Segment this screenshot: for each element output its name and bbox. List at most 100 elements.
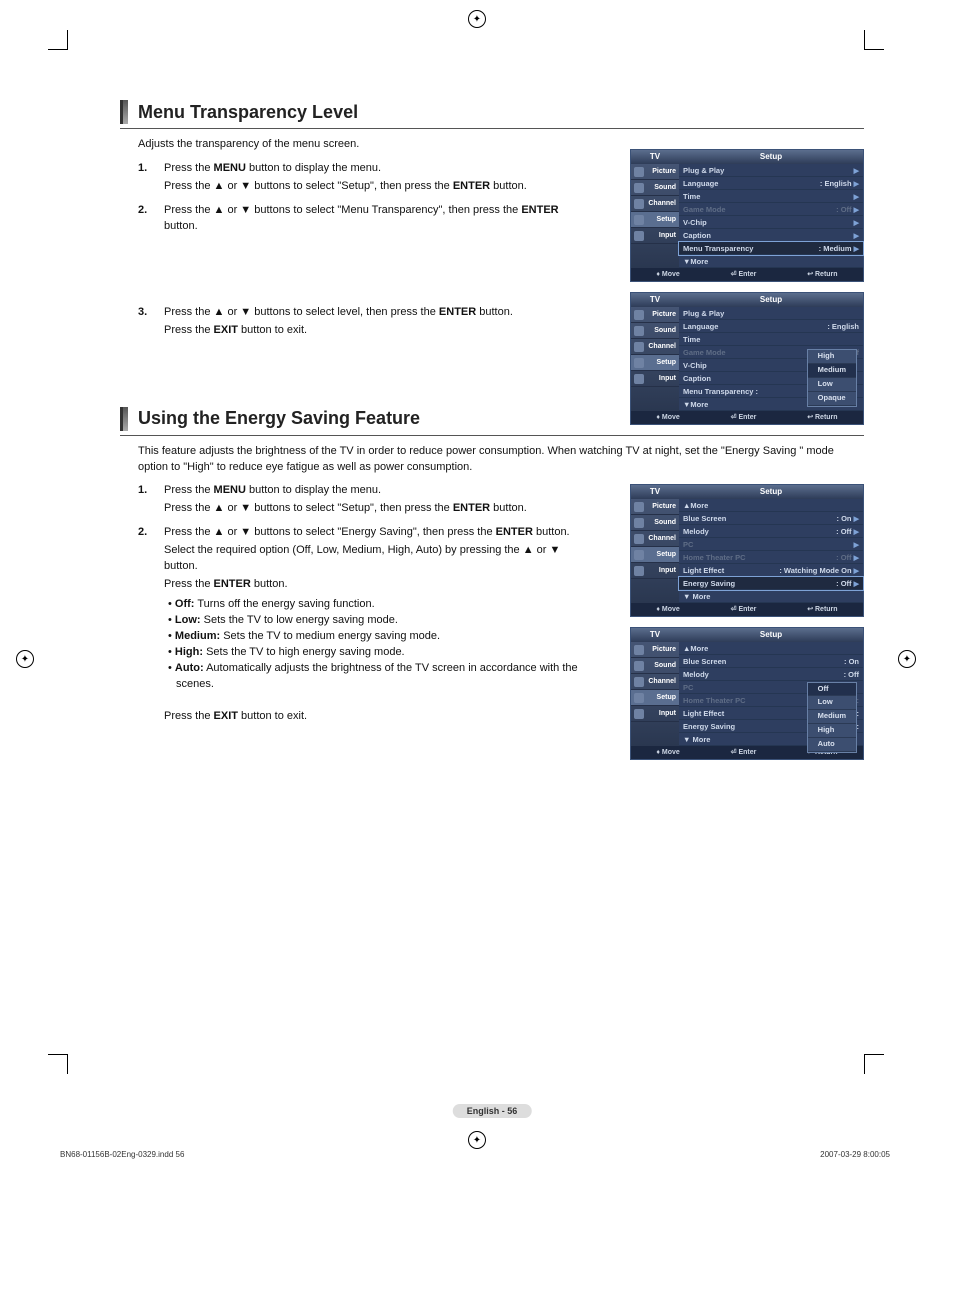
text: Select the required option (Off, Low, Me… <box>164 544 560 572</box>
text: Press the ▲ or ▼ buttons to select "Menu… <box>164 204 521 216</box>
registration-mark-icon <box>16 650 34 668</box>
text: button to display the menu. <box>246 484 381 496</box>
text: button to display the menu. <box>246 162 381 174</box>
osd-nav-item: Sound <box>631 515 679 531</box>
option-def: • Off: Turns off the energy saving funct… <box>168 597 584 613</box>
section-body: Adjusts the transparency of the menu scr… <box>120 137 864 341</box>
text: Press the ▲ or ▼ buttons to select level… <box>164 306 439 318</box>
osd-nav-item: Input <box>631 706 679 722</box>
osd-column: TVSetupPictureSoundChannelSetupInput▲Mor… <box>630 484 864 770</box>
osd-content: Plug & Play ▶Language: English ▶Time ▶Ga… <box>679 164 863 268</box>
osd-nav-item: Channel <box>631 674 679 690</box>
nav-icon <box>634 215 644 225</box>
osd-nav-item: Picture <box>631 307 679 323</box>
text: Press the <box>164 162 214 174</box>
osd-nav: PictureSoundChannelSetupInput <box>631 164 679 268</box>
step-body: Press the MENU button to display the men… <box>164 161 527 197</box>
nav-icon <box>634 183 644 193</box>
osd-nav-item: Setup <box>631 547 679 563</box>
osd-body: PictureSoundChannelSetupInputPlug & Play… <box>631 164 863 268</box>
text: button. <box>490 502 527 514</box>
osd-body: PictureSoundChannelSetupInputPlug & Play… <box>631 307 863 411</box>
osd-nav-item: Input <box>631 228 679 244</box>
step-body: Press the ▲ or ▼ buttons to select "Menu… <box>164 203 584 237</box>
option-def: • Auto: Automatically adjusts the bright… <box>168 661 584 693</box>
osd-nav-item: Sound <box>631 323 679 339</box>
osd-nav-item: Sound <box>631 180 679 196</box>
section-title: Using the Energy Saving Feature <box>138 408 420 429</box>
osd-row: Blue Screen: On <box>679 655 863 668</box>
step-number: 2. <box>138 203 154 237</box>
nav-icon <box>634 374 644 384</box>
text: button to exit. <box>238 710 307 722</box>
osd-tv-label: TV <box>631 628 679 642</box>
osd-popup: OffLowMediumHighAuto <box>807 682 857 753</box>
text: button. <box>490 180 527 192</box>
osd-screenshot-4: TVSetupPictureSoundChannelSetupInput▲Mor… <box>630 627 864 760</box>
osd-row: Plug & Play <box>679 307 863 320</box>
nav-icon <box>634 502 644 512</box>
crop-mark <box>864 30 884 50</box>
osd-popup-option: Off <box>808 683 856 697</box>
osd-body: PictureSoundChannelSetupInput▲More Blue … <box>631 499 863 603</box>
osd-nav-item: Sound <box>631 658 679 674</box>
nav-icon <box>634 310 644 320</box>
intro-text: This feature adjusts the brightness of t… <box>138 444 864 476</box>
osd-popup-option: Opaque <box>808 392 856 406</box>
osd-row: Game Mode: Off ▶ <box>679 203 863 216</box>
osd-header: TVSetup <box>631 485 863 499</box>
osd-content: ▲More Blue Screen: On Melody: Off PC Hom… <box>679 642 863 746</box>
step-number: 1. <box>138 161 154 197</box>
option-def: • Low: Sets the TV to low energy saving … <box>168 613 584 629</box>
osd-footer: ♦ Move⏎ Enter↩ Return <box>631 411 863 424</box>
page-number: English - 56 <box>453 1104 532 1118</box>
section-mark-icon <box>120 100 128 124</box>
text-bold: ENTER <box>453 180 490 192</box>
step-number: 3. <box>138 305 154 341</box>
osd-nav-item: Setup <box>631 355 679 371</box>
nav-icon <box>634 550 644 560</box>
step-number: 1. <box>138 483 154 519</box>
osd-footer: ♦ Move⏎ Enter↩ Return <box>631 603 863 616</box>
nav-icon <box>634 231 644 241</box>
section-mark-icon <box>120 407 128 431</box>
step-number: 2. <box>138 525 154 692</box>
nav-icon <box>634 534 644 544</box>
osd-nav-item: Picture <box>631 499 679 515</box>
osd-nav-item: Input <box>631 563 679 579</box>
text: button. <box>164 220 198 232</box>
section-menu-transparency: Menu Transparency Level Adjusts the tran… <box>120 100 864 341</box>
osd-row: ▲More <box>679 642 863 655</box>
osd-row: Melody: Off ▶ <box>679 525 863 538</box>
osd-content: Plug & Play Language: English Time Game … <box>679 307 863 411</box>
text-bold: ENTER <box>521 204 558 216</box>
osd-popup: HighMediumLowOpaque <box>807 349 857 407</box>
osd-row: ▲More <box>679 499 863 512</box>
osd-nav-item: Picture <box>631 164 679 180</box>
footer-filename: BN68-01156B-02Eng-0329.indd 56 <box>60 1150 184 1159</box>
osd-body: PictureSoundChannelSetupInput▲More Blue … <box>631 642 863 746</box>
nav-icon <box>634 645 644 655</box>
nav-icon <box>634 326 644 336</box>
osd-content: ▲More Blue Screen: On ▶Melody: Off ▶PC ▶… <box>679 499 863 603</box>
registration-mark-icon <box>468 10 486 28</box>
text: Press the ▲ or ▼ buttons to select "Setu… <box>164 180 453 192</box>
text-bold: ENTER <box>496 526 533 538</box>
text-bold: ENTER <box>439 306 476 318</box>
option-def: • Medium: Sets the TV to medium energy s… <box>168 629 584 645</box>
osd-row: Language: English <box>679 320 863 333</box>
text-bold: ENTER <box>214 578 251 590</box>
osd-row: V-Chip ▶ <box>679 216 863 229</box>
text-bold: EXIT <box>214 324 238 336</box>
osd-row: Plug & Play ▶ <box>679 164 863 177</box>
step-body: Press the ▲ or ▼ buttons to select "Ener… <box>164 525 584 692</box>
osd-screenshot-1: TVSetupPictureSoundChannelSetupInputPlug… <box>630 149 864 282</box>
nav-icon <box>634 199 644 209</box>
osd-popup-option: High <box>808 350 856 364</box>
osd-screenshot-3: TVSetupPictureSoundChannelSetupInput▲Mor… <box>630 484 864 617</box>
text-bold: EXIT <box>214 710 238 722</box>
text-bold: ENTER <box>453 502 490 514</box>
osd-nav-item: Input <box>631 371 679 387</box>
step-body: Press the MENU button to display the men… <box>164 483 527 519</box>
osd-footer: ♦ Move⏎ Enter↩ Return <box>631 268 863 281</box>
